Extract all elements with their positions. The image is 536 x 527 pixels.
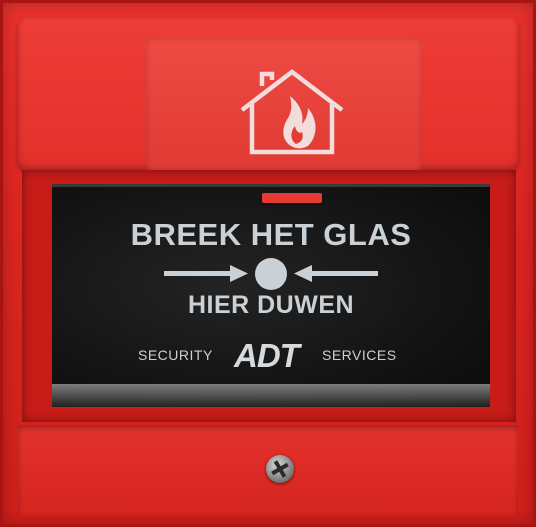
bottom-panel <box>18 425 518 515</box>
symbol-plate <box>146 38 422 170</box>
glass-frame: BREEK HET GLAS HIER DUWEN SECURITY ADT S… <box>22 170 516 422</box>
screw-icon <box>266 455 294 483</box>
glass-reflection <box>52 384 490 408</box>
brand-right-text: SERVICES <box>322 347 397 363</box>
break-glass-panel[interactable]: BREEK HET GLAS HIER DUWEN SECURITY ADT S… <box>52 184 490 407</box>
subline-text: HIER DUWEN <box>187 291 355 319</box>
headline-text: BREEK HET GLAS <box>130 217 412 252</box>
top-panel <box>18 18 518 170</box>
glass-tab <box>262 193 322 203</box>
brand-left-text: SECURITY <box>138 347 213 363</box>
push-arrows-icon <box>164 258 378 290</box>
call-point-housing: BREEK HET GLAS HIER DUWEN SECURITY ADT S… <box>0 0 536 527</box>
brand-row: SECURITY ADT SERVICES <box>52 337 490 374</box>
house-fire-icon <box>240 69 344 155</box>
brand-logo: ADT <box>234 337 300 374</box>
